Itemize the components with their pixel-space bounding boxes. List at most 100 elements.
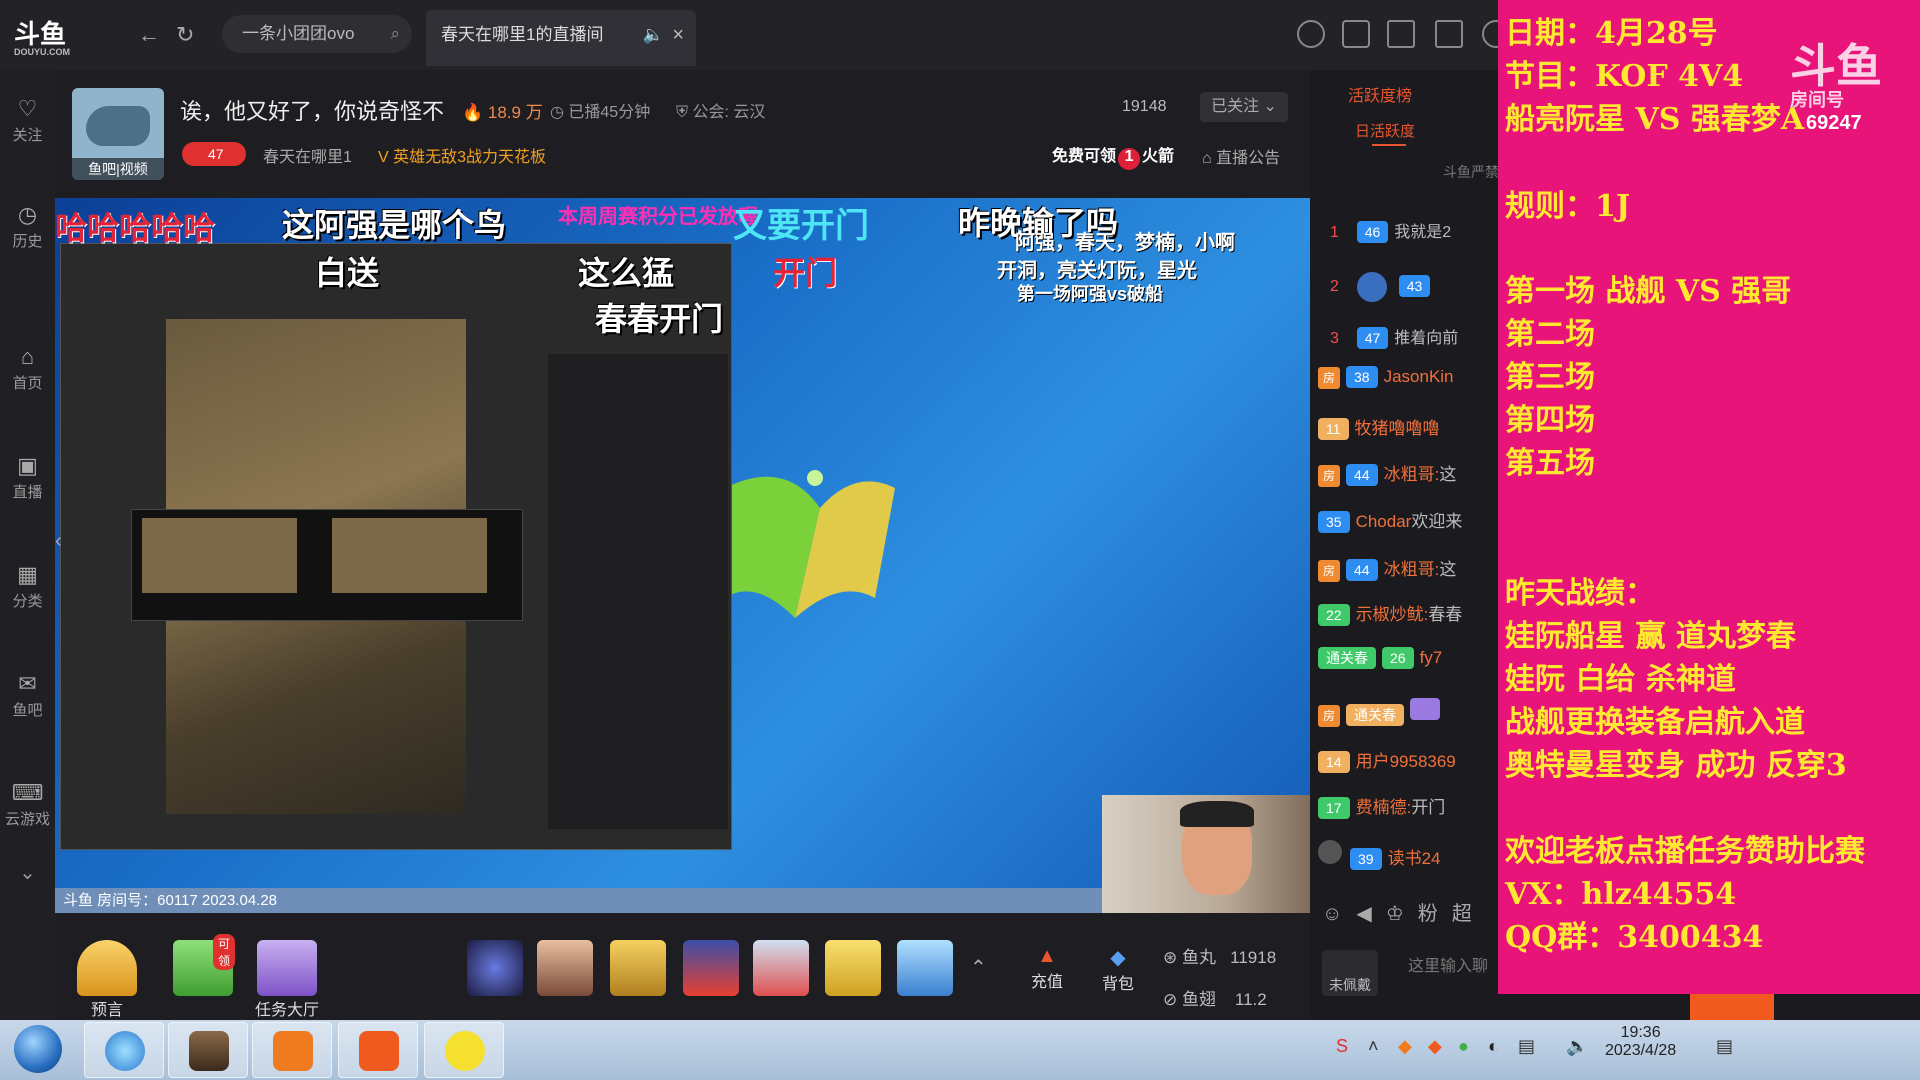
tray-sogou-icon[interactable]: S xyxy=(1336,1036,1348,1057)
anchor-name[interactable]: 春天在哪里1 xyxy=(263,143,352,167)
tab-activity-rank[interactable]: 活跃度榜 xyxy=(1348,82,1412,106)
chat-message[interactable]: 39 读书24 xyxy=(1318,840,1441,870)
gift-item[interactable] xyxy=(683,940,739,996)
sidebar-item-live[interactable]: ▣ 直播 xyxy=(0,453,55,502)
favorite-heart-icon[interactable] xyxy=(1342,20,1370,48)
rank-row[interactable]: 3 47 推着向前 xyxy=(1330,324,1458,349)
guild-label[interactable]: ⛨ 公会: 云汉 xyxy=(676,98,765,122)
chat-message[interactable]: 通关春 26 fy7 xyxy=(1318,647,1442,669)
taskbar-app-game[interactable] xyxy=(168,1022,248,1078)
chat-message[interactable]: 14 用户9958369 xyxy=(1318,747,1456,773)
chat-message[interactable]: 22 示椒炒鱿:春春 xyxy=(1318,600,1462,626)
collapse-left-icon[interactable]: ‹ xyxy=(55,530,62,553)
taskbar-app-music[interactable] xyxy=(424,1022,504,1078)
action-center-icon[interactable]: ▤ xyxy=(1716,1036,1733,1057)
task-hall-button[interactable]: 任务大厅 xyxy=(255,940,319,1020)
sidebar-item-history[interactable]: ◷ 历史 xyxy=(0,202,55,251)
megaphone-icon[interactable]: ◀ xyxy=(1356,903,1385,925)
sidebar-item-category[interactable]: ▦ 分类 xyxy=(0,562,55,611)
sidebar-item-home[interactable]: ⌂ 首页 xyxy=(0,344,55,393)
clock-icon: ◷ xyxy=(17,202,38,227)
tray-douyu-icon[interactable]: ◆ xyxy=(1398,1036,1412,1057)
search-icon[interactable]: ⌕ xyxy=(390,15,400,53)
fishball-balance: ⊛ 鱼丸 11918 xyxy=(1163,948,1277,967)
chat-message[interactable]: 房 38 JasonKin xyxy=(1318,366,1454,389)
announcement-button[interactable]: ⌂ 直播公告 xyxy=(1202,144,1280,168)
fish-icon: ✉ xyxy=(18,671,37,696)
gift-item[interactable] xyxy=(897,940,953,996)
info-result-3: 战舰更换装备启航入道 xyxy=(1505,705,1805,740)
notice-text: 斗鱼严禁 xyxy=(1443,164,1499,180)
tv-icon: ▣ xyxy=(17,453,38,478)
calendar-icon[interactable] xyxy=(1387,20,1415,48)
rank-row[interactable]: 2 43 xyxy=(1330,272,1436,302)
tray-network-icon[interactable]: ▤ xyxy=(1518,1036,1535,1057)
claim-gift-button[interactable]: 可领 xyxy=(173,934,236,996)
free-rocket-banner[interactable]: 免费可领 1 火箭 xyxy=(1052,142,1174,170)
chat-message[interactable]: 17 费楠德:开门 xyxy=(1318,793,1445,819)
chat-message[interactable]: 房通关春 xyxy=(1318,698,1440,727)
gift-item[interactable] xyxy=(825,940,881,996)
chat-input[interactable]: 这里输入聊 xyxy=(1408,952,1488,976)
taskbar-clock[interactable]: 19:36 2023/4/28 xyxy=(1605,1024,1676,1060)
shirt-icon[interactable] xyxy=(1435,20,1463,48)
follow-button[interactable]: 已关注 ⌄ xyxy=(1200,92,1288,122)
gift-item[interactable] xyxy=(537,940,593,996)
info-round-3: 第三场 xyxy=(1505,360,1595,395)
sidebar-item-fishbar[interactable]: ✉ 鱼吧 xyxy=(0,671,55,720)
gift-item[interactable] xyxy=(753,940,809,996)
gamepad-icon: ⌨ xyxy=(11,780,44,805)
chevron-down-icon[interactable]: ⌄ xyxy=(0,860,55,885)
chat-message[interactable]: 房 44 冰粗哥:这 xyxy=(1318,460,1456,487)
danmaku: 又要开门 xyxy=(733,207,869,245)
hero-badge[interactable]: V 英雄无敌3战力天花板 xyxy=(378,143,546,167)
refresh-icon[interactable]: ↻ xyxy=(176,22,194,48)
back-icon[interactable]: ← xyxy=(138,22,160,48)
tray-qq-icon[interactable]: ◐ xyxy=(1488,1036,1499,1057)
speaker-icon[interactable]: 🔈 xyxy=(643,10,664,60)
chat-message[interactable]: 房 44 冰粗哥:这 xyxy=(1318,555,1456,582)
history-clock-icon[interactable] xyxy=(1297,20,1325,48)
tab-daily-activity[interactable]: 日活跃度 xyxy=(1355,120,1415,141)
avatar-label[interactable]: 鱼吧|视频 xyxy=(72,158,164,180)
douyu-logo[interactable]: 斗鱼 DOUYU.COM xyxy=(14,14,70,57)
start-button[interactable] xyxy=(14,1025,62,1073)
chat-message[interactable]: 11 牧猪嚕嚕嚕 xyxy=(1318,414,1440,440)
guild-emblem-icon xyxy=(1356,272,1387,302)
fan-icon[interactable]: 粉 xyxy=(1418,903,1452,925)
emoji-icon[interactable]: ☺ xyxy=(1322,903,1356,925)
video-player[interactable]: 哈哈哈哈哈 这阿强是哪个鸟 本周周赛积分已发放喔 又要开门 昨晚输了吗 白送 这… xyxy=(55,198,1310,913)
danmaku: 本周周赛积分已发放喔 xyxy=(558,206,758,228)
sidebar-item-cloud-game[interactable]: ⌨ 云游戏 xyxy=(0,780,55,829)
rank-row[interactable]: 1 46 我就是2 xyxy=(1330,218,1451,243)
super-icon[interactable]: 超 xyxy=(1452,903,1486,925)
chevron-up-icon[interactable]: ⌃ xyxy=(970,955,987,980)
close-icon[interactable]: × xyxy=(672,10,684,60)
tray-expand-icon[interactable]: ˄ xyxy=(1368,1036,1379,1057)
gift-item[interactable] xyxy=(467,940,523,996)
predict-button[interactable]: 预言 xyxy=(77,940,137,1020)
taskbar-app-douyu[interactable] xyxy=(338,1022,418,1078)
backpack-button[interactable]: ◆ 背包 xyxy=(1093,945,1143,994)
chat-message[interactable]: 35 Chodar欢迎来 xyxy=(1318,507,1462,533)
gift-item[interactable] xyxy=(610,940,666,996)
tray-360-icon[interactable]: ● xyxy=(1458,1036,1469,1057)
sidebar-item-follow[interactable]: ♡ 关注 xyxy=(0,96,55,145)
badge-not-worn[interactable]: 未佩戴 xyxy=(1322,950,1378,996)
info-round-2: 第二场 xyxy=(1505,317,1595,352)
tray-douyu-icon[interactable]: ◆ xyxy=(1428,1036,1442,1057)
nested-popup xyxy=(131,509,523,621)
crown-icon[interactable]: ♔ xyxy=(1386,903,1418,925)
room-title: 诶，他又好了，你说奇怪不 xyxy=(180,99,445,124)
search-input[interactable]: 一条小团团ovo ⌕ xyxy=(222,15,412,53)
info-matchup: 船亮阮星 VS 强春梦A xyxy=(1505,102,1805,137)
info-wechat: VX：hlz44554 xyxy=(1505,877,1737,912)
taskbar-app-browser[interactable] xyxy=(84,1022,164,1078)
shield-badge-icon xyxy=(1318,840,1342,864)
tray-volume-icon[interactable]: 🔈 xyxy=(1566,1036,1588,1057)
taskbar-app-douyu-live[interactable] xyxy=(252,1022,332,1078)
anchor-avatar[interactable]: 鱼吧|视频 xyxy=(72,88,164,180)
nested-chat-pane xyxy=(548,354,728,829)
tab-live-room[interactable]: 春天在哪里1的直播间 🔈 × xyxy=(426,10,696,66)
recharge-button[interactable]: ▲ 充值 xyxy=(1022,945,1072,992)
